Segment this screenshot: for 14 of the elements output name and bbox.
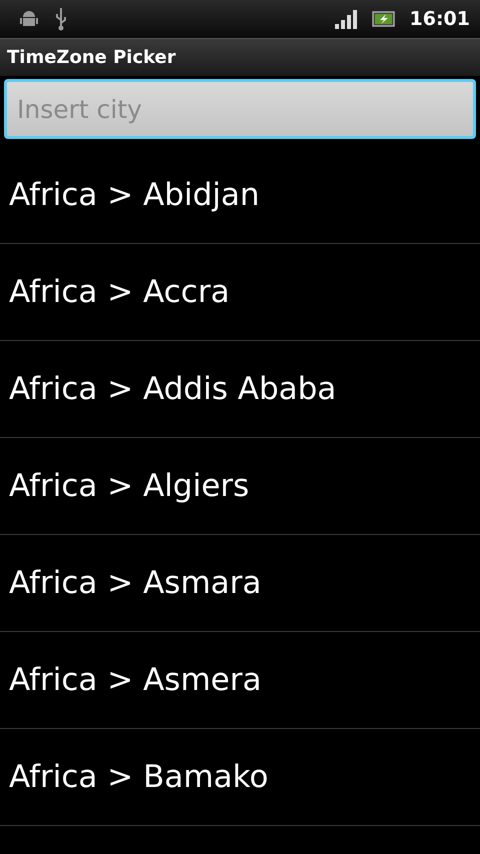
timezone-item[interactable]: Africa > Algiers: [0, 438, 480, 535]
timezone-item[interactable]: Africa > Accra: [0, 244, 480, 341]
timezone-item[interactable]: Africa > Addis Ababa: [0, 341, 480, 438]
usb-icon: [54, 7, 68, 31]
android-icon: [18, 9, 40, 29]
timezone-item[interactable]: Africa > Asmara: [0, 535, 480, 632]
signal-icon: [334, 9, 358, 29]
battery-charging-icon: [372, 11, 396, 27]
clock-time: 16:01: [410, 8, 470, 30]
timezone-item[interactable]: Africa > Abidjan: [0, 147, 480, 244]
app-title: TimeZone Picker: [7, 47, 176, 68]
search-field[interactable]: Insert city: [4, 79, 476, 139]
timezone-item[interactable]: Africa > Bamako: [0, 729, 480, 826]
timezone-item[interactable]: Africa > Asmera: [0, 632, 480, 729]
